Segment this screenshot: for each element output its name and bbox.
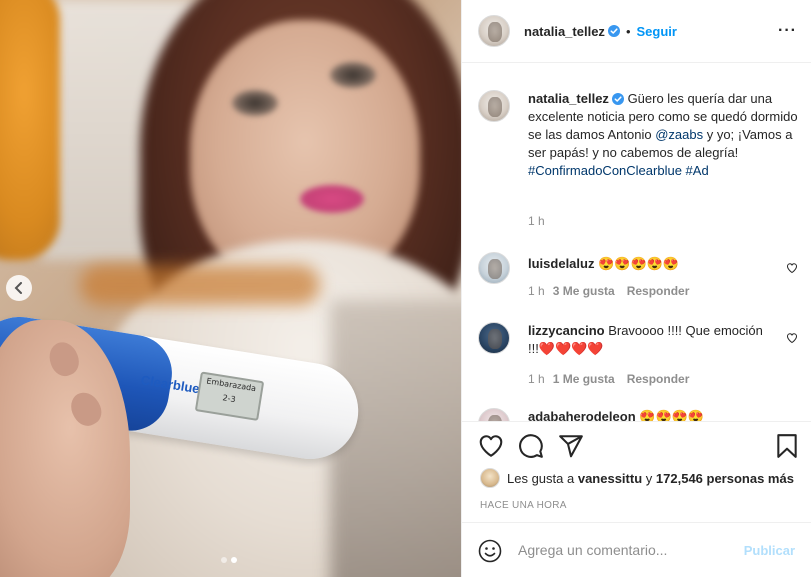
author-username[interactable]: natalia_tellez — [524, 24, 605, 39]
slide-dot-active — [231, 557, 237, 563]
header-separator: • — [625, 23, 631, 39]
caption-hashtag-ad[interactable]: #Ad — [686, 163, 709, 178]
slide-indicator — [221, 557, 237, 563]
author-avatar[interactable] — [478, 90, 510, 122]
more-options-button[interactable]: ··· — [778, 22, 797, 40]
comment-likes[interactable]: 1 Me gusta — [553, 372, 615, 386]
emoji-smiley-icon[interactable] — [478, 539, 502, 563]
comment-meta: 1 h 1 Me gusta Responder — [528, 372, 689, 386]
comment-text: adabaherodeleon 😍😍😍😍 — [528, 408, 768, 422]
slide-dot — [221, 557, 227, 563]
post-actions — [462, 423, 811, 469]
comments-scroll-area[interactable]: natalia_tellez Güero les quería dar una … — [462, 64, 811, 422]
comment-time[interactable]: 1 h — [528, 284, 545, 298]
post-photo[interactable]: Clearblue Embarazada 2-3 — [0, 0, 461, 577]
comment-body: 😍😍😍😍 — [639, 409, 705, 422]
post-caption: natalia_tellez Güero les quería dar una … — [478, 90, 798, 180]
post-side-panel: natalia_tellez • Seguir ··· natalia_tell… — [461, 0, 811, 577]
like-comment-heart-icon[interactable] — [786, 332, 798, 344]
commenter-avatar[interactable] — [478, 322, 510, 354]
commenter-avatar[interactable] — [478, 408, 510, 421]
photo-lips — [300, 185, 364, 213]
like-comment-heart-icon[interactable] — [786, 262, 798, 274]
like-heart-icon[interactable] — [478, 433, 504, 459]
author-avatar[interactable] — [478, 15, 510, 47]
comment-item: adabaherodeleon 😍😍😍😍 — [478, 408, 798, 422]
comment-item: lizzycancino Bravoooo !!!! Que emoción !… — [478, 322, 798, 386]
comment-item: luisdelaluz 😍😍😍😍😍 1 h 3 Me gusta Responder — [478, 252, 798, 298]
comment-bubble-icon[interactable] — [518, 433, 544, 459]
photo-orange-band — [80, 265, 320, 305]
caption-text: natalia_tellez Güero les quería dar una … — [528, 90, 798, 180]
previous-slide-button[interactable] — [6, 275, 32, 301]
publish-button[interactable]: Publicar — [744, 543, 795, 558]
likes-summary: Les gusta a vanessittu y 172,546 persona… — [480, 468, 794, 488]
verified-badge-icon — [611, 93, 624, 105]
likes-count[interactable]: 172,546 personas más — [656, 471, 794, 486]
caption-time[interactable]: 1 h — [528, 214, 545, 228]
author-info: natalia_tellez • Seguir — [524, 24, 677, 39]
comment-text: lizzycancino Bravoooo !!!! Que emoción !… — [528, 322, 768, 358]
photo-eye-right — [330, 62, 376, 88]
caption-username[interactable]: natalia_tellez — [528, 91, 609, 106]
caption-hashtag[interactable]: #ConfirmadoConClearblue — [528, 163, 682, 178]
verified-badge-icon — [607, 25, 620, 37]
reply-button[interactable]: Responder — [627, 284, 690, 298]
liker-username[interactable]: vanessittu — [578, 471, 642, 486]
comment-time[interactable]: 1 h — [528, 372, 545, 386]
comment-username[interactable]: luisdelaluz — [528, 256, 594, 271]
comment-username[interactable]: adabaherodeleon — [528, 409, 636, 421]
photo-eye-left — [232, 90, 278, 116]
comment-body: 😍😍😍😍😍 — [598, 256, 680, 271]
comment-username[interactable]: lizzycancino — [528, 323, 605, 338]
save-bookmark-icon[interactable] — [774, 433, 800, 459]
post-timestamp[interactable]: HACE UNA HORA — [480, 500, 567, 511]
liker-avatar[interactable] — [480, 468, 500, 488]
chevron-left-icon — [14, 282, 22, 294]
caption-mention[interactable]: @zaabs — [655, 127, 703, 142]
photo-shadow — [330, 300, 461, 577]
photo-orange-cushion — [0, 0, 60, 260]
reply-button[interactable]: Responder — [627, 372, 690, 386]
add-comment-input[interactable] — [518, 539, 738, 561]
commenter-avatar[interactable] — [478, 252, 510, 284]
post-header: natalia_tellez • Seguir ··· — [462, 0, 811, 63]
comment-text: luisdelaluz 😍😍😍😍😍 — [528, 252, 768, 273]
likes-middle: y — [645, 470, 653, 486]
follow-button[interactable]: Seguir — [637, 24, 677, 39]
pregnancy-test-window: Embarazada 2-3 — [194, 371, 265, 421]
share-paper-plane-icon[interactable] — [558, 433, 584, 459]
comment-likes[interactable]: 3 Me gusta — [553, 284, 615, 298]
likes-prefix: Les gusta a — [507, 470, 575, 486]
comment-meta: 1 h 3 Me gusta Responder — [528, 284, 689, 298]
add-comment-bar: Publicar — [462, 522, 811, 577]
